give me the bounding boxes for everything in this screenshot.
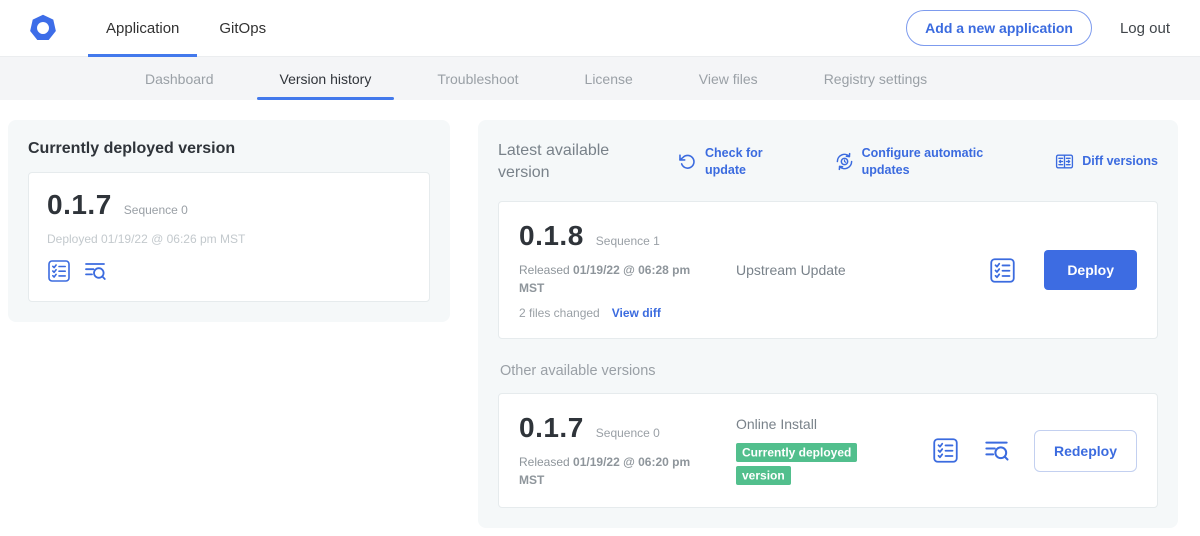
nav-tab-label: Application xyxy=(106,20,179,37)
subnav-tab-troubleshoot[interactable]: Troubleshoot xyxy=(404,57,551,100)
logout-link[interactable]: Log out xyxy=(1120,20,1170,37)
latest-available-title: Latest available version xyxy=(498,140,630,183)
preflight-checklist-icon[interactable] xyxy=(47,259,71,283)
nav-tab-gitops[interactable]: GitOps xyxy=(199,0,286,57)
nav-tab-application[interactable]: Application xyxy=(86,0,199,57)
other-version-info: 0.1.7 Sequence 0 Released 01/19/22 @ 06:… xyxy=(519,412,714,489)
top-header: Application GitOps Add a new application… xyxy=(0,0,1200,57)
nav-tab-label: GitOps xyxy=(219,20,266,37)
available-actions: Check for update Configure automatic upd… xyxy=(678,145,1158,178)
view-logs-icon[interactable] xyxy=(83,259,107,283)
diff-columns-icon xyxy=(1055,152,1074,171)
latest-version-row: 0.1.8 Sequence 1 Released 01/19/22 @ 06:… xyxy=(498,201,1158,339)
deployed-version-number: 0.1.7 xyxy=(47,189,112,221)
view-logs-icon[interactable] xyxy=(983,437,1010,464)
header-right: Add a new application Log out xyxy=(906,10,1170,46)
deploy-button[interactable]: Deploy xyxy=(1044,250,1137,290)
other-versions-heading: Other available versions xyxy=(500,363,1156,379)
latest-version-actions: Deploy xyxy=(989,250,1137,290)
subnav-tab-license[interactable]: License xyxy=(552,57,666,100)
deployed-actions xyxy=(47,259,411,283)
released-prefix: Released xyxy=(519,455,573,469)
latest-sequence-label: Sequence 1 xyxy=(596,234,660,248)
preflight-checklist-icon[interactable] xyxy=(989,257,1016,284)
other-version-actions: Redeploy xyxy=(932,430,1137,472)
subnav-tab-view-files[interactable]: View files xyxy=(666,57,791,100)
files-changed-label: 2 files changed xyxy=(519,306,600,320)
latest-version-number: 0.1.8 xyxy=(519,220,584,252)
redeploy-button[interactable]: Redeploy xyxy=(1034,430,1137,472)
other-released-timestamp: Released 01/19/22 @ 06:20 pm MST xyxy=(519,453,714,489)
configure-automatic-updates-link[interactable]: Configure automatic updates xyxy=(835,145,988,178)
diff-versions-link[interactable]: Diff versions xyxy=(1055,152,1158,171)
diff-versions-label: Diff versions xyxy=(1082,153,1158,169)
subnav-tab-registry-settings[interactable]: Registry settings xyxy=(791,57,960,100)
currently-deployed-title: Currently deployed version xyxy=(28,140,430,158)
app-subnav: Dashboard Version history Troubleshoot L… xyxy=(0,57,1200,100)
subnav-tab-version-history[interactable]: Version history xyxy=(247,57,405,100)
app-logo-icon[interactable] xyxy=(28,13,58,43)
files-changed-row: 2 files changed View diff xyxy=(519,306,714,320)
version-row: 0.1.7 Sequence 0 xyxy=(47,189,411,221)
deployed-version-card: 0.1.7 Sequence 0 Deployed 01/19/22 @ 06:… xyxy=(28,172,430,302)
other-version-row: 0.1.7 Sequence 0 Released 01/19/22 @ 06:… xyxy=(498,393,1158,508)
latest-version-info: 0.1.8 Sequence 1 Released 01/19/22 @ 06:… xyxy=(519,220,714,320)
auto-update-clock-icon xyxy=(835,152,854,171)
currently-deployed-badge-wrap: Currently deployed version xyxy=(736,441,878,486)
deployed-timestamp: Deployed 01/19/22 @ 06:26 pm MST xyxy=(47,232,411,246)
subnav-tab-dashboard[interactable]: Dashboard xyxy=(112,57,247,100)
configure-automatic-updates-label: Configure automatic updates xyxy=(862,145,988,178)
view-diff-link[interactable]: View diff xyxy=(612,306,661,320)
released-prefix: Released xyxy=(519,263,573,277)
other-version-number: 0.1.7 xyxy=(519,412,584,444)
primary-nav: Application GitOps xyxy=(86,0,286,57)
other-sequence-label: Sequence 0 xyxy=(596,426,660,440)
latest-released-timestamp: Released 01/19/22 @ 06:28 pm MST xyxy=(519,261,714,297)
currently-deployed-badge: Currently deployed version xyxy=(736,443,857,484)
refresh-icon xyxy=(678,152,697,171)
main-content: Currently deployed version 0.1.7 Sequenc… xyxy=(0,100,1200,528)
install-type-label: Online Install xyxy=(736,416,932,432)
available-header: Latest available version Check for updat… xyxy=(498,140,1158,183)
latest-version-source: Upstream Update xyxy=(736,262,989,278)
currently-deployed-card: Currently deployed version 0.1.7 Sequenc… xyxy=(8,120,450,322)
check-for-update-label: Check for update xyxy=(705,145,767,178)
preflight-checklist-icon[interactable] xyxy=(932,437,959,464)
deployed-sequence-label: Sequence 0 xyxy=(124,203,188,217)
available-versions-card: Latest available version Check for updat… xyxy=(478,120,1178,528)
check-for-update-link[interactable]: Check for update xyxy=(678,145,767,178)
add-new-application-button[interactable]: Add a new application xyxy=(906,10,1092,46)
other-version-source: Online Install Currently deployed versio… xyxy=(736,416,932,486)
